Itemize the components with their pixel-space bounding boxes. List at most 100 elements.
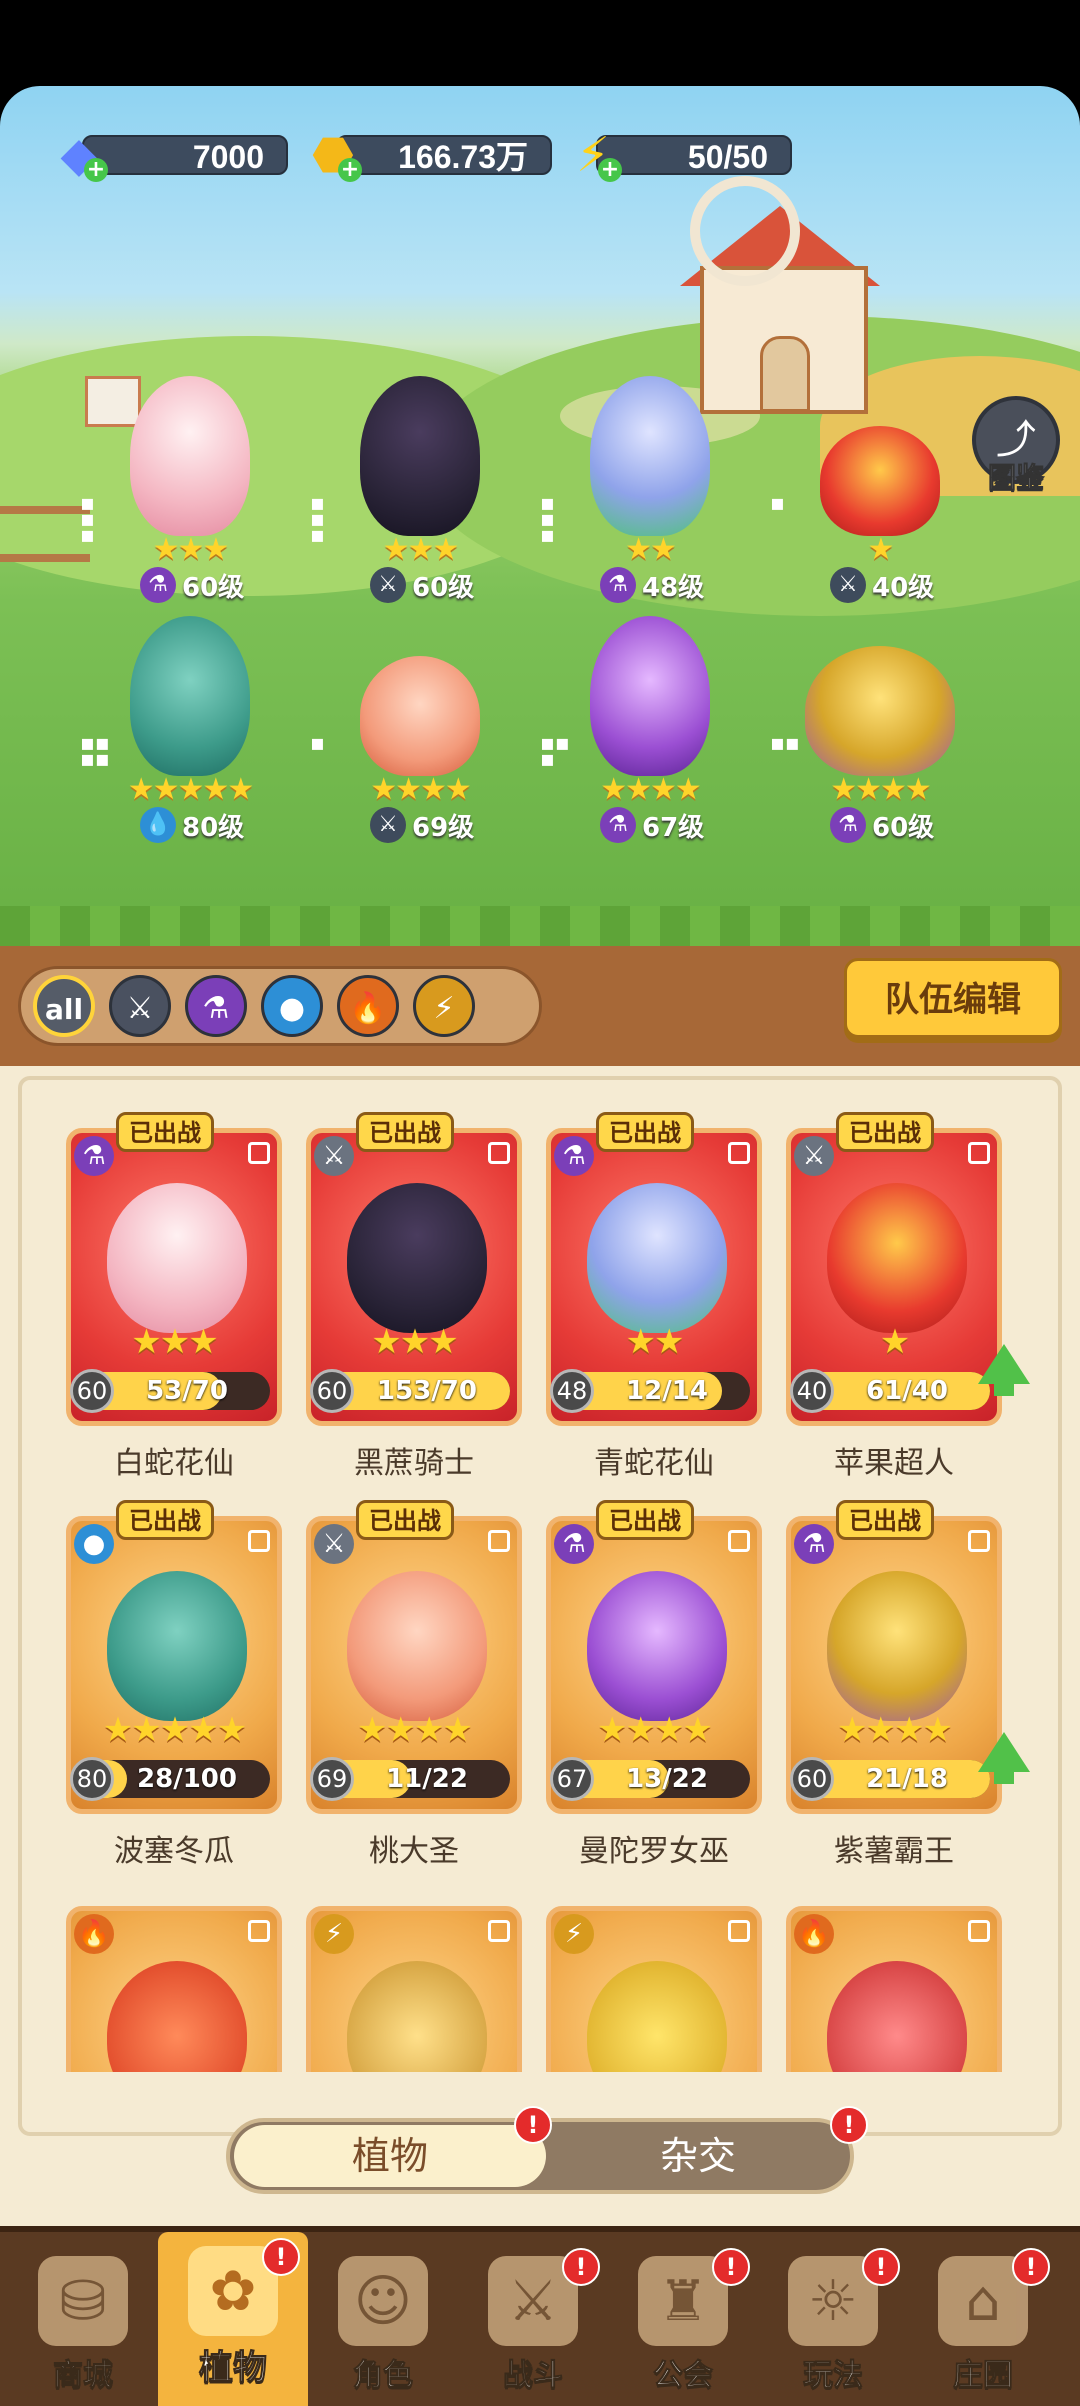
- deployed-badge: 已出战: [356, 1112, 454, 1152]
- tab-plants[interactable]: 植物: [234, 2125, 546, 2187]
- card-shards: 12/14: [626, 1376, 708, 1406]
- card-shards: 13/22: [626, 1764, 708, 1794]
- filter-lightning-icon[interactable]: ⚡: [413, 975, 475, 1037]
- formation-icon: [968, 1142, 990, 1164]
- coin-amount: 166.73万: [336, 135, 552, 175]
- gem-counter[interactable]: 7000 ◆ +: [48, 126, 288, 184]
- plant-card[interactable]: ⚡: [306, 1906, 522, 2072]
- notification-badge-icon: !: [712, 2248, 750, 2286]
- team-scene: 7000 ◆ + 166.73万 ⬣ + 50/50 ⚡ + ⤴ 图鉴 ▪ ▪ ▪ …: [0, 86, 1080, 946]
- coin-counter[interactable]: 166.73万 ⬣ +: [302, 126, 552, 184]
- card-stars: ★★★★: [837, 1710, 953, 1750]
- add-energy-icon[interactable]: +: [598, 158, 622, 182]
- team-hero[interactable]: ▪ ▪ ▪ ★★★ ⚔ 60级: [310, 366, 520, 606]
- plant-name: 苹果超人: [834, 1446, 954, 1481]
- hero-figure: [360, 376, 480, 536]
- card-level: 69: [310, 1757, 354, 1801]
- plant-name: 白蛇花仙: [114, 1446, 234, 1481]
- upgrade-arrow-icon: [978, 1732, 1030, 1784]
- deployed-badge: 已出战: [596, 1500, 694, 1540]
- nav-gameplay[interactable]: ☼ 玩法!: [758, 2242, 908, 2402]
- plant-card-row-partial: 🔥 ⚡ ⚡ 🔥: [0, 1906, 1080, 2072]
- plant-card[interactable]: 🔥: [786, 1906, 1002, 2072]
- nav-character[interactable]: ☺ 角色: [308, 2242, 458, 2402]
- notification-badge-icon: !: [262, 2238, 300, 2276]
- team-edit-button[interactable]: 队伍编辑: [844, 958, 1062, 1038]
- gem-amount: 7000: [82, 135, 288, 175]
- filter-water-icon[interactable]: ●: [261, 975, 323, 1037]
- nav-label: 植物: [199, 2348, 268, 2389]
- add-coins-icon[interactable]: +: [338, 158, 362, 182]
- potion-icon: ⚗: [600, 567, 636, 603]
- formation-icon: ▪▪ ▪▪: [80, 731, 110, 772]
- water-drop-icon: ●: [74, 1524, 114, 1564]
- nav-guild[interactable]: ♜ 公会!: [608, 2242, 758, 2402]
- filter-sword-icon[interactable]: ⚔: [109, 975, 171, 1037]
- sword-icon: ⚔: [830, 567, 866, 603]
- team-hero[interactable]: ▪ ▪ ▪ ★★ ⚗ 48级: [540, 366, 750, 606]
- hero-figure: [130, 616, 250, 776]
- plant-card[interactable]: 已出战 ⚔ ★★★ 60 153/70: [306, 1112, 522, 1426]
- hero-level: 60级: [182, 572, 245, 603]
- plant-portrait: [107, 1183, 247, 1333]
- filter-fire-icon[interactable]: 🔥: [337, 975, 399, 1037]
- add-gems-icon[interactable]: +: [84, 158, 108, 182]
- card-stars: ★★★★: [597, 1710, 713, 1750]
- plant-card[interactable]: 已出战 ⚗ ★★★★ 67 13/22: [546, 1500, 762, 1814]
- sword-icon: ⚔: [370, 807, 406, 843]
- team-hero[interactable]: ▪▪ ▪▪ ★★★★★ 💧 80级: [80, 606, 290, 846]
- plant-name: 曼陀罗女巫: [579, 1834, 729, 1869]
- sword-icon: ⚔: [794, 1136, 834, 1176]
- team-hero[interactable]: ▪ ★★★★ ⚔ 69级: [310, 606, 520, 846]
- background-fence: [0, 506, 90, 562]
- tab-hybrid[interactable]: 杂交: [548, 2125, 848, 2187]
- hero-stars: ★★★★★: [127, 772, 254, 807]
- formation-icon: ▪: [770, 491, 785, 516]
- plant-name: 波塞冬瓜: [114, 1834, 234, 1869]
- formation-icon: [248, 1920, 270, 1942]
- team-hero[interactable]: ▪▪ ★★★★ ⚗ 60级: [770, 606, 980, 846]
- atlas-button[interactable]: ⤴ 图鉴: [968, 396, 1064, 495]
- card-stars: ★★★★★: [102, 1710, 247, 1750]
- lightning-icon: ⚡: [554, 1914, 594, 1954]
- formation-icon: [248, 1530, 270, 1552]
- card-stars: ★★★: [131, 1322, 218, 1362]
- plant-name: 桃大圣: [369, 1834, 459, 1869]
- hero-figure: [590, 616, 710, 776]
- card-shards: 61/40: [866, 1376, 948, 1406]
- formation-icon: [728, 1142, 750, 1164]
- team-hero[interactable]: ▪ ★ ⚔ 40级: [770, 366, 980, 606]
- plant-card[interactable]: 已出战 ⚔ ★ 40 61/40: [786, 1112, 1030, 1426]
- filter-all[interactable]: all: [33, 975, 95, 1037]
- level-progress-bar: 48 12/14: [550, 1369, 750, 1413]
- plant-card[interactable]: 已出战 ● ★★★★★ 80 28/100: [66, 1500, 282, 1814]
- sword-icon: ⚔: [314, 1136, 354, 1176]
- potion-icon: ⚗: [830, 807, 866, 843]
- team-hero[interactable]: ▪▪ ▪ ★★★★ ⚗ 67级: [540, 606, 750, 846]
- filter-potion-icon[interactable]: ⚗: [185, 975, 247, 1037]
- nav-plants[interactable]: ✿ 植物!: [158, 2232, 308, 2406]
- team-hero[interactable]: ▪ ▪ ▪ ★★★ ⚗ 60级: [80, 366, 290, 606]
- energy-counter[interactable]: 50/50 ⚡ +: [562, 126, 792, 184]
- card-level: 48: [550, 1369, 594, 1413]
- plant-portrait: [827, 1183, 967, 1333]
- hero-level: 60级: [872, 812, 935, 843]
- nav-battle[interactable]: ⚔ 战斗!: [458, 2242, 608, 2402]
- nav-shop[interactable]: ⛁ 商城: [8, 2242, 158, 2402]
- plant-card[interactable]: 已出战 ⚔ ★★★★ 69 11/22: [306, 1500, 522, 1814]
- plant-card[interactable]: 🔥: [66, 1906, 282, 2072]
- formation-icon: [968, 1920, 990, 1942]
- plant-card[interactable]: ⚡: [546, 1906, 762, 2072]
- plant-portrait: [107, 1571, 247, 1721]
- hero-level: 48级: [642, 572, 705, 603]
- hero-level: 40级: [872, 572, 935, 603]
- plant-card[interactable]: 已出战 ⚗ ★★★★ 60 21/18: [786, 1500, 1030, 1814]
- nav-manor[interactable]: ⌂ 庄园!: [908, 2242, 1058, 2402]
- formation-icon: [968, 1530, 990, 1552]
- potion-icon: ⚗: [554, 1136, 594, 1176]
- card-shards: 53/70: [146, 1376, 228, 1406]
- plant-card[interactable]: 已出战 ⚗ ★★ 48 12/14: [546, 1112, 762, 1426]
- plant-card[interactable]: 已出战 ⚗ ★★★ 60 53/70: [66, 1112, 282, 1426]
- plant-name: 紫薯霸王: [834, 1834, 954, 1869]
- sword-icon: ⚔: [314, 1524, 354, 1564]
